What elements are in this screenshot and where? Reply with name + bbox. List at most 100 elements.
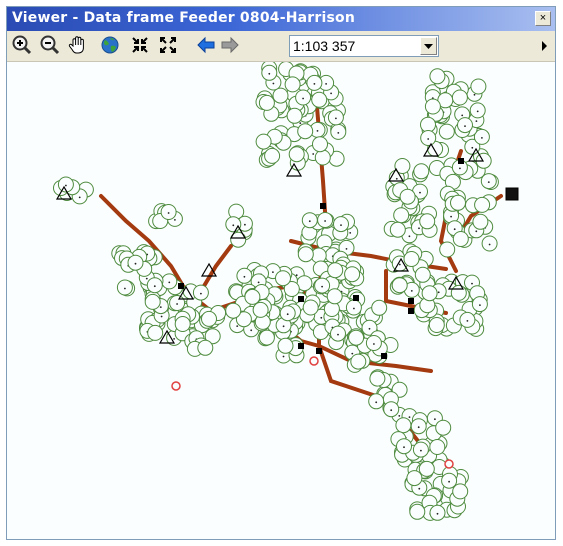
network-node <box>451 89 468 106</box>
network-node <box>406 470 423 487</box>
node-dot <box>330 92 332 95</box>
node-dot <box>345 248 348 250</box>
zoom-in-button[interactable] <box>11 34 33 56</box>
node-dot <box>434 418 436 421</box>
network-node <box>348 329 365 346</box>
node-dot <box>168 281 171 284</box>
fault-marker <box>171 381 181 391</box>
node-dot <box>408 235 411 238</box>
network-node <box>275 270 291 287</box>
node-dot <box>324 220 326 222</box>
chevron-down-icon <box>424 44 433 49</box>
network-node <box>311 91 328 108</box>
scale-value: 1:103 357 <box>293 38 356 54</box>
node-dot <box>272 271 274 273</box>
node-dot <box>282 325 285 328</box>
network-node <box>457 117 473 134</box>
node-dot <box>308 220 311 223</box>
network-node <box>252 301 269 318</box>
network-node <box>412 441 429 458</box>
network-node <box>428 317 445 333</box>
map-view[interactable] <box>7 62 555 539</box>
network-node <box>277 337 294 354</box>
network-node <box>197 339 214 356</box>
network-node <box>160 204 177 220</box>
node-dot <box>466 320 469 322</box>
switch-symbol <box>316 348 322 354</box>
node-dot <box>124 287 126 290</box>
network-node <box>255 133 272 150</box>
switch-symbol <box>381 353 387 359</box>
node-dot <box>349 232 352 234</box>
node-dot <box>453 228 456 231</box>
network-node <box>272 87 289 104</box>
network-node <box>225 302 242 319</box>
network-node <box>350 353 367 370</box>
window-title: Viewer - Data frame Feeder 0804-Harrison <box>12 10 356 26</box>
full-extent-button[interactable] <box>99 34 121 56</box>
fixed-zoom-out-icon <box>160 37 176 53</box>
close-button[interactable]: × <box>535 11 551 26</box>
node-dot <box>145 277 148 280</box>
network-node <box>244 288 261 305</box>
network-node <box>409 503 426 520</box>
node-dot <box>417 426 420 429</box>
fixed-zoom-out-button[interactable] <box>157 34 179 56</box>
node-dot <box>368 327 371 330</box>
node-dot <box>479 304 481 306</box>
network-node <box>314 277 331 294</box>
toolbar-more-button[interactable] <box>535 35 554 57</box>
node-dot <box>395 177 398 180</box>
node-dot <box>373 343 375 345</box>
node-dot <box>257 281 260 284</box>
network-node <box>399 188 416 205</box>
zoom-out-button[interactable] <box>39 34 61 56</box>
node-dot <box>418 227 420 230</box>
network-node <box>302 299 319 316</box>
network-node <box>314 149 331 166</box>
network-node <box>333 216 349 233</box>
node-dot <box>351 352 354 355</box>
network-node <box>297 123 314 140</box>
title-bar[interactable]: Viewer - Data frame Feeder 0804-Harrison… <box>7 7 555 31</box>
network-node <box>441 472 458 489</box>
network-node <box>192 284 209 301</box>
zoom-in-icon <box>12 35 32 55</box>
node-dot <box>159 306 162 308</box>
scale-dropdown[interactable]: 1:103 357 <box>289 35 439 57</box>
network-node <box>424 98 441 115</box>
forward-button[interactable] <box>219 34 241 56</box>
network-node <box>369 370 386 387</box>
network-node <box>116 279 133 296</box>
network-node <box>450 194 466 211</box>
node-dot <box>160 315 163 318</box>
network-node <box>236 267 253 284</box>
scale-dropdown-button[interactable] <box>420 37 437 55</box>
node-dot <box>375 401 378 404</box>
node-dot <box>437 291 440 294</box>
network-node <box>471 296 488 313</box>
node-dot <box>390 409 393 412</box>
fixed-zoom-in-icon <box>132 37 148 53</box>
node-dot <box>286 313 289 316</box>
node-dot <box>427 138 430 140</box>
network-node <box>429 504 446 521</box>
node-dot <box>418 487 421 490</box>
node-dot <box>476 110 479 113</box>
node-dot <box>282 355 285 358</box>
network-node <box>389 221 406 238</box>
full-extent-globe-icon <box>101 36 119 54</box>
network-node <box>480 173 497 190</box>
network-node <box>435 419 452 436</box>
pan-button[interactable] <box>67 34 89 56</box>
network-node <box>429 439 446 455</box>
feeder-network-map[interactable] <box>7 62 555 539</box>
node-dot <box>268 72 271 75</box>
node-dot <box>419 191 421 194</box>
node-dot <box>461 114 464 117</box>
fixed-zoom-in-button[interactable] <box>129 34 151 56</box>
network-node <box>450 284 467 301</box>
network-node <box>396 438 412 455</box>
back-button[interactable] <box>195 34 217 56</box>
node-dot <box>398 263 401 266</box>
